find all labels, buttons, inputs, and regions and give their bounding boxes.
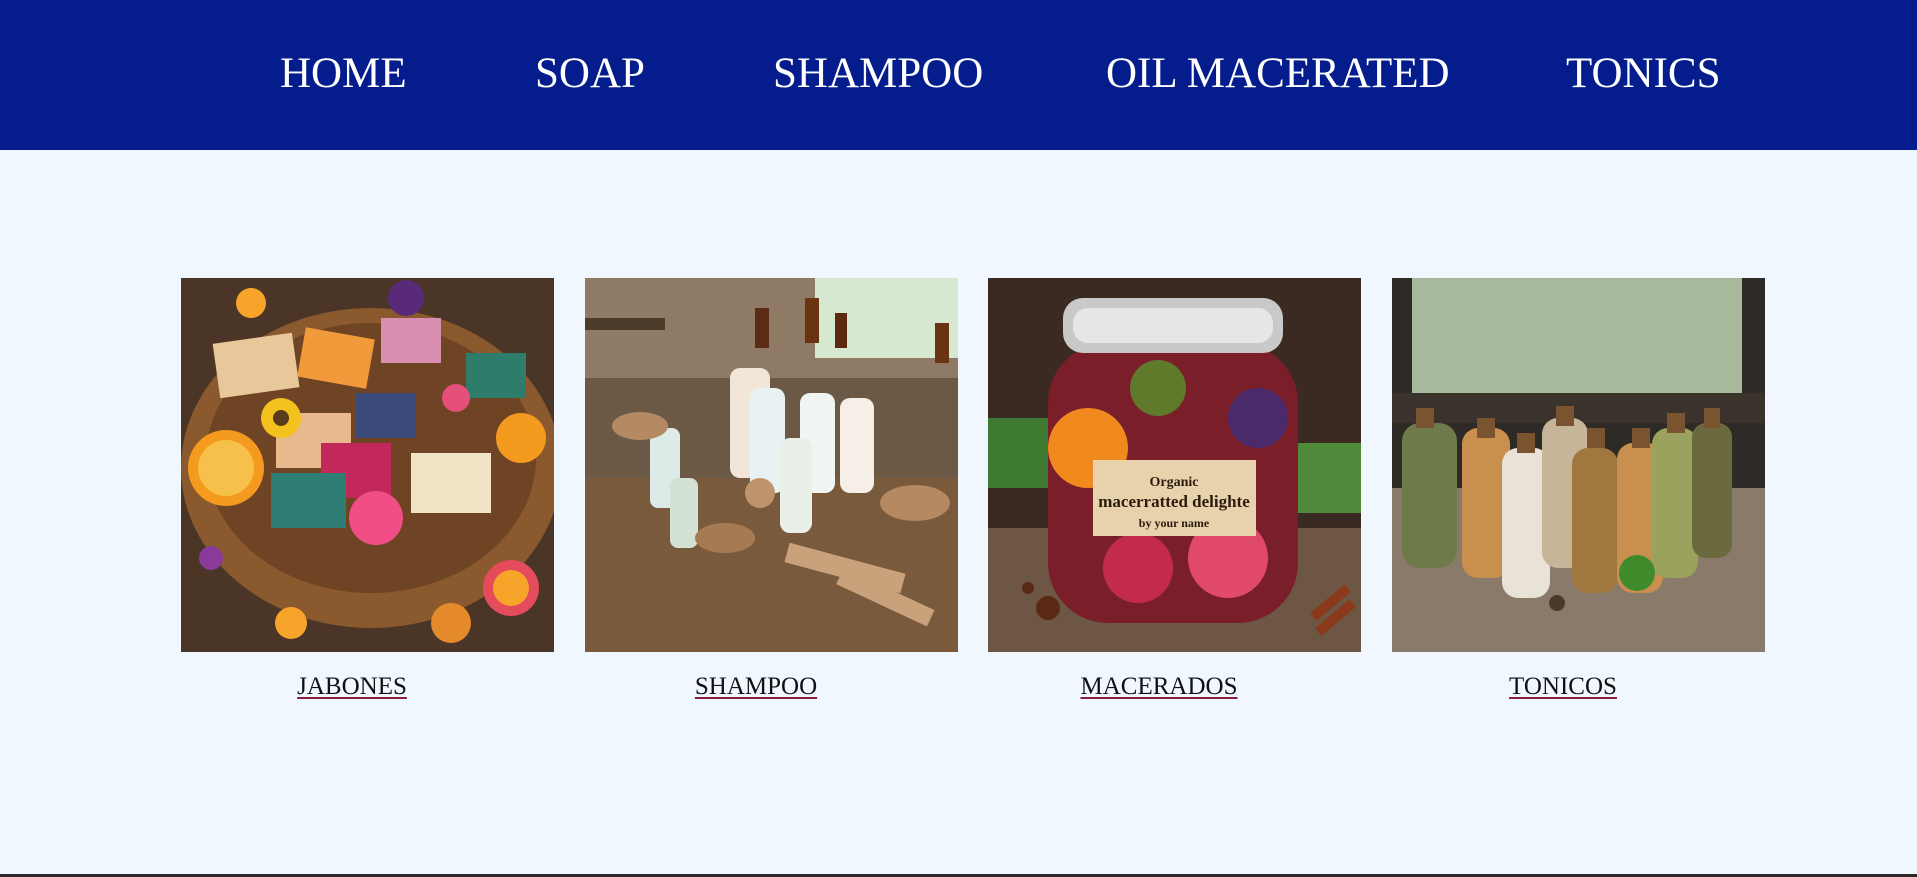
nav-home[interactable]: HOME: [280, 48, 407, 100]
nav-tonics[interactable]: TONICS: [1566, 48, 1721, 100]
shampoo-bottles-image: [585, 278, 958, 652]
nav-oil-macerated[interactable]: OIL MACERATED: [1106, 48, 1450, 100]
shampoo-bottles-photo[interactable]: [585, 278, 958, 652]
soap-basket-image: [181, 278, 554, 652]
soap-basket-photo[interactable]: [181, 278, 554, 652]
jar-label-line1: Organic: [1150, 475, 1199, 490]
nav-soap[interactable]: SOAP: [535, 48, 645, 100]
top-navigation: HOME SOAP SHAMPOO OIL MACERATED TONICS: [0, 0, 1917, 150]
card-link-macerados[interactable]: MACERADOS: [1081, 672, 1238, 702]
nav-shampoo[interactable]: SHAMPOO: [773, 48, 983, 100]
card-link-tonicos[interactable]: TONICOS: [1509, 672, 1617, 702]
jar-label-line3: by your name: [1139, 516, 1210, 530]
macerated-jar-photo[interactable]: Organic macerratted delighte by your nam…: [988, 278, 1361, 652]
tonic-bottles-image: [1392, 278, 1765, 652]
macerated-jar-image: Organic macerratted delighte by your nam…: [988, 278, 1361, 652]
card-link-jabones[interactable]: JABONES: [297, 672, 407, 702]
card-link-shampoo[interactable]: SHAMPOO: [695, 672, 817, 702]
tonic-bottles-photo[interactable]: [1392, 278, 1765, 652]
jar-label-line2: macerratted delighte: [1098, 492, 1250, 511]
